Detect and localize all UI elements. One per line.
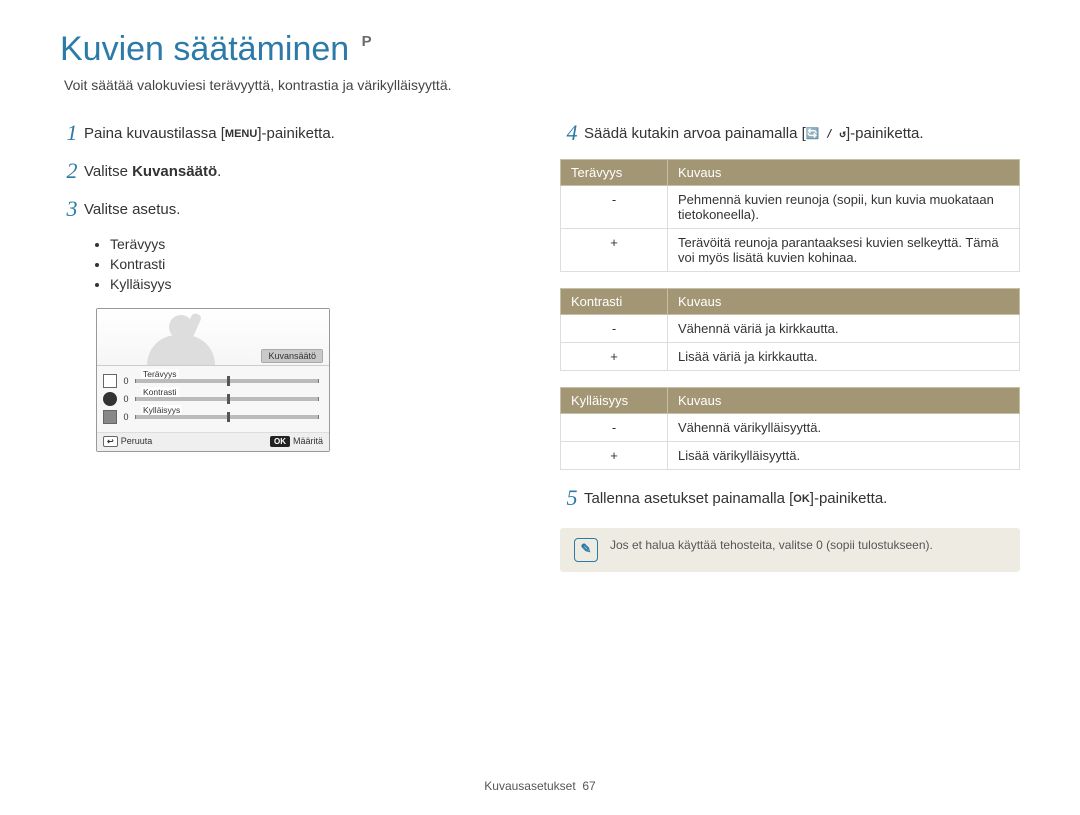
slider-saturation: Kylläisyys 0 <box>103 410 323 424</box>
step-number: 5 <box>560 486 584 510</box>
slider-block: Terävyys 0 Kontrasti 0 Kylläisyys <box>97 366 329 433</box>
table-header: Kuvaus <box>668 388 1020 414</box>
step-text: Valitse Kuvansäätö. <box>84 159 221 182</box>
step-3: 3 Valitse asetus. <box>60 197 520 221</box>
back-key-icon: ↩ <box>103 436 118 447</box>
step-number: 1 <box>60 121 84 145</box>
table-saturation: KylläisyysKuvaus -Vähennä värikylläisyyt… <box>560 387 1020 470</box>
sharpness-icon <box>103 374 117 388</box>
option-list: Terävyys Kontrasti Kylläisyys <box>110 236 520 292</box>
step-4: 4 Säädä kutakin arvoa painamalla [🔄 / ↺]… <box>560 121 1020 145</box>
note-text: Jos et halua käyttää tehosteita, valitse… <box>610 538 933 552</box>
table-row: +Lisää väriä ja kirkkautta. <box>561 343 1020 371</box>
table-contrast: KontrastiKuvaus -Vähennä väriä ja kirkka… <box>560 288 1020 371</box>
step-number: 2 <box>60 159 84 183</box>
step-5: 5 Tallenna asetukset painamalla [OK]-pai… <box>560 486 1020 510</box>
table-row: +Terävöitä reunoja parantaaksesi kuvien … <box>561 229 1020 272</box>
step-2: 2 Valitse Kuvansäätö. <box>60 159 520 183</box>
table-sharpness: TerävyysKuvaus -Pehmennä kuvien reunoja … <box>560 159 1020 272</box>
step-text: Tallenna asetukset painamalla [OK]-paini… <box>584 486 887 509</box>
macro-timer-key: 🔄 / ↺ <box>806 127 846 142</box>
table-row: -Vähennä värikylläisyyttä. <box>561 414 1020 442</box>
step-text: Paina kuvaustilassa [MENU]-painiketta. <box>84 121 335 144</box>
table-row: -Vähennä väriä ja kirkkautta. <box>561 315 1020 343</box>
table-header: Kontrasti <box>561 289 668 315</box>
table-header: Kylläisyys <box>561 388 668 414</box>
table-header: Kuvaus <box>668 289 1020 315</box>
screen-tag: Kuvansäätö <box>261 349 323 363</box>
ok-key-icon: OK <box>270 436 290 447</box>
list-item: Kylläisyys <box>110 276 520 292</box>
menu-key: MENU <box>225 127 257 142</box>
page-title: Kuvien säätäminen <box>60 30 349 69</box>
info-icon: ✎ <box>574 538 598 562</box>
saturation-icon <box>103 410 117 424</box>
slider-contrast: Kontrasti 0 <box>103 392 323 406</box>
contrast-icon <box>103 392 117 406</box>
step-text: Valitse asetus. <box>84 197 180 220</box>
screen-preview: Kuvansäätö <box>97 309 329 366</box>
page-header: Kuvien säätäminen P <box>60 30 1020 77</box>
mode-badge: P <box>362 33 372 50</box>
step-1: 1 Paina kuvaustilassa [MENU]-painiketta. <box>60 121 520 145</box>
slider-sharpness: Terävyys 0 <box>103 374 323 388</box>
step-number: 4 <box>560 121 584 145</box>
ok-key: OK <box>793 492 810 507</box>
list-item: Kontrasti <box>110 256 520 272</box>
table-header: Terävyys <box>561 160 668 186</box>
page-intro: Voit säätää valokuviesi terävyyttä, kont… <box>64 77 1020 93</box>
step-number: 3 <box>60 197 84 221</box>
info-note: ✎ Jos et halua käyttää tehosteita, valit… <box>560 528 1020 572</box>
screen-footer: ↩Peruuta OKMääritä <box>97 433 329 451</box>
table-row: +Lisää värikylläisyyttä. <box>561 442 1020 470</box>
list-item: Terävyys <box>110 236 520 252</box>
left-column: 1 Paina kuvaustilassa [MENU]-painiketta.… <box>60 121 520 572</box>
camera-screen-mock: Kuvansäätö Terävyys 0 Kontrasti 0 <box>96 308 330 452</box>
right-column: 4 Säädä kutakin arvoa painamalla [🔄 / ↺]… <box>560 121 1020 572</box>
table-row: -Pehmennä kuvien reunoja (sopii, kun kuv… <box>561 186 1020 229</box>
page-footer: Kuvausasetukset 67 <box>0 779 1080 793</box>
table-header: Kuvaus <box>668 160 1020 186</box>
step-text: Säädä kutakin arvoa painamalla [🔄 / ↺]-p… <box>584 121 924 144</box>
